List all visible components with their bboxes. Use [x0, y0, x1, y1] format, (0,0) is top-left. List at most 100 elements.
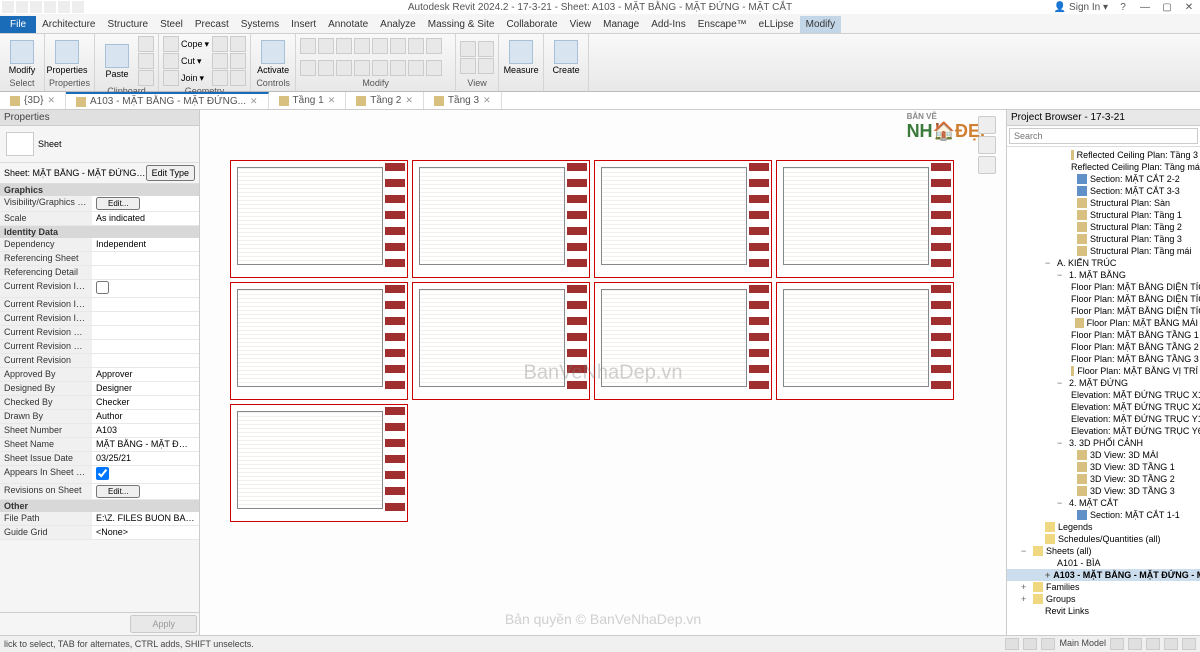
ribbon-tab-annotate[interactable]: Annotate	[322, 16, 374, 33]
tree-item[interactable]: Structural Plan: Tầng mái	[1007, 245, 1200, 257]
property-row[interactable]: Referencing Detail	[0, 266, 199, 280]
tree-item[interactable]: Elevation: MẶT ĐỨNG TRỤC Y6-Y1	[1007, 425, 1200, 437]
mod-icon[interactable]	[300, 38, 316, 54]
view-icon[interactable]	[478, 41, 494, 57]
tree-item[interactable]: Elevation: MẶT ĐỨNG TRỤC X1-X2	[1007, 389, 1200, 401]
status-icon[interactable]	[1128, 638, 1142, 650]
property-row[interactable]: File PathE:\Z. FILES BUON BAN\NH...	[0, 512, 199, 526]
ribbon-tab-addins[interactable]: Add-Ins	[645, 16, 691, 33]
tree-item[interactable]: −2. MẶT ĐỨNG	[1007, 377, 1200, 389]
qat-icon[interactable]	[2, 1, 14, 13]
ribbon-tab-ellipse[interactable]: eLLipse	[753, 16, 800, 33]
tree-item[interactable]: 3D View: 3D MÁI	[1007, 449, 1200, 461]
tree-item[interactable]: 3D View: 3D TẦNG 2	[1007, 473, 1200, 485]
tree-item[interactable]: 3D View: 3D TẦNG 3	[1007, 485, 1200, 497]
prop-checkbox[interactable]	[96, 467, 109, 480]
property-row[interactable]: Current Revision Issued To	[0, 312, 199, 326]
ribbon-tab-insert[interactable]: Insert	[285, 16, 322, 33]
property-row[interactable]: Appears In Sheet List	[0, 466, 199, 484]
mod-icon[interactable]	[336, 38, 352, 54]
ribbon-tab-analyze[interactable]: Analyze	[374, 16, 422, 33]
tree-item[interactable]: Legends	[1007, 521, 1200, 533]
ribbon-tab-systems[interactable]: Systems	[235, 16, 285, 33]
prop-checkbox[interactable]	[96, 281, 109, 294]
measure-button[interactable]: Measure	[503, 40, 539, 75]
property-row[interactable]: ScaleAs indicated	[0, 212, 199, 226]
ribbon-tab-manage[interactable]: Manage	[597, 16, 645, 33]
tree-item[interactable]: Floor Plan: MẶT BẰNG TẦNG 2	[1007, 341, 1200, 353]
close-button[interactable]: ✕	[1182, 2, 1196, 13]
property-row[interactable]: Current Revision Issued By	[0, 298, 199, 312]
max-button[interactable]: ▢	[1160, 2, 1174, 13]
tree-item[interactable]: Reflected Ceiling Plan: Tầng 3	[1007, 149, 1200, 161]
ribbon-tab-massingsite[interactable]: Massing & Site	[422, 16, 501, 33]
mod-icon[interactable]	[318, 38, 334, 54]
match-button[interactable]	[138, 70, 154, 86]
status-icon[interactable]	[1023, 638, 1037, 650]
document-tab[interactable]: Tầng 2✕	[346, 92, 424, 109]
property-row[interactable]: Current Revision	[0, 354, 199, 368]
status-icon[interactable]	[1182, 638, 1196, 650]
viewport[interactable]	[776, 160, 954, 278]
geo-icon[interactable]	[212, 36, 228, 52]
tree-item[interactable]: Structural Plan: Tầng 3	[1007, 233, 1200, 245]
property-row[interactable]: Current Revision Date	[0, 326, 199, 340]
property-row[interactable]: Current Revision Issued	[0, 280, 199, 298]
tree-item[interactable]: Floor Plan: MẶT BẰNG DIỆN TÍCH PHÒI	[1007, 281, 1200, 293]
viewport[interactable]	[230, 282, 408, 400]
ribbon-tab-enscape[interactable]: Enscape™	[692, 16, 753, 33]
viewport[interactable]	[230, 160, 408, 278]
property-row[interactable]: Sheet Issue Date03/25/21	[0, 452, 199, 466]
property-row[interactable]: Designed ByDesigner	[0, 382, 199, 396]
viewcube-icon[interactable]	[978, 136, 996, 154]
status-icon[interactable]	[1110, 638, 1124, 650]
mod-icon[interactable]	[354, 60, 370, 76]
tree-item[interactable]: Section: MẶT CẮT 1-1	[1007, 509, 1200, 521]
join-button[interactable]: Join ▾	[163, 70, 209, 86]
tree-item[interactable]: −Sheets (all)	[1007, 545, 1200, 557]
tree-item[interactable]: Structural Plan: Tầng 1	[1007, 209, 1200, 221]
geo-icon[interactable]	[230, 36, 246, 52]
ribbon-tab-precast[interactable]: Precast	[189, 16, 235, 33]
instance-filter[interactable]: Sheet: MẶT BẰNG - MẶT ĐỨNG - MẶT C	[4, 168, 146, 178]
tree-item[interactable]: +Families	[1007, 581, 1200, 593]
tree-item[interactable]: Reflected Ceiling Plan: Tầng mái	[1007, 161, 1200, 173]
copy-clip-button[interactable]	[138, 53, 154, 69]
mod-icon[interactable]	[390, 38, 406, 54]
tree-item[interactable]: Floor Plan: MẶT BẰNG TẦNG 3	[1007, 353, 1200, 365]
signin-button[interactable]: 👤 Sign In ▾	[1054, 2, 1108, 13]
geo-icon[interactable]	[230, 70, 246, 86]
edit-type-button[interactable]: Edit Type	[146, 165, 195, 181]
status-icon[interactable]	[1005, 638, 1019, 650]
property-row[interactable]: Checked ByChecker	[0, 396, 199, 410]
tree-item[interactable]: −A. KIẾN TRÚC	[1007, 257, 1200, 269]
mod-icon[interactable]	[318, 60, 334, 76]
mod-icon[interactable]	[426, 38, 442, 54]
tree-item[interactable]: 3D View: 3D TẦNG 1	[1007, 461, 1200, 473]
geo-icon[interactable]	[212, 70, 228, 86]
main-model-label[interactable]: Main Model	[1059, 638, 1106, 650]
viewport[interactable]	[594, 282, 772, 400]
mod-icon[interactable]	[336, 60, 352, 76]
create-button[interactable]: Create	[548, 40, 584, 75]
tree-item[interactable]: Floor Plan: MẶT BẰNG TẦNG 1	[1007, 329, 1200, 341]
mod-icon[interactable]	[390, 60, 406, 76]
qat-icon[interactable]	[16, 1, 28, 13]
qat-icon[interactable]	[44, 1, 56, 13]
property-row[interactable]: DependencyIndependent	[0, 238, 199, 252]
view-icon[interactable]	[460, 41, 476, 57]
view-icon[interactable]	[478, 58, 494, 74]
document-tab[interactable]: {3D}✕	[0, 92, 66, 109]
apply-button[interactable]: Apply	[130, 615, 197, 633]
viewport[interactable]	[230, 404, 408, 522]
help-icon[interactable]: ?	[1116, 2, 1130, 13]
tree-item[interactable]: Elevation: MẶT ĐỨNG TRỤC Y1-Y6	[1007, 413, 1200, 425]
mod-icon[interactable]	[354, 38, 370, 54]
ribbon-tab-structure[interactable]: Structure	[101, 16, 154, 33]
mod-icon[interactable]	[372, 60, 388, 76]
viewport[interactable]	[412, 282, 590, 400]
property-row[interactable]: Current Revision Descripti...	[0, 340, 199, 354]
qat-icon[interactable]	[30, 1, 42, 13]
view-icon[interactable]	[460, 58, 476, 74]
property-row[interactable]: Referencing Sheet	[0, 252, 199, 266]
